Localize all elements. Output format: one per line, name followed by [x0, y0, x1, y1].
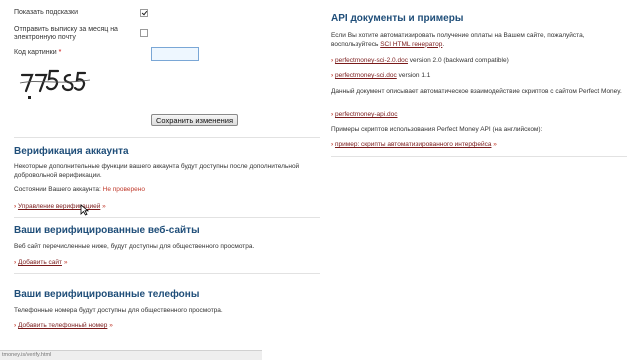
status-bar-url: tmoney.is/verify.html	[0, 350, 262, 360]
doc1-row: › perfectmoney-sci-2.0.doc version 2.0 (…	[331, 57, 509, 64]
examples-link[interactable]: пример: скрипты автоматизированного инте…	[335, 141, 491, 148]
doc-sci-2-version: version 2.0 (backward compatible)	[409, 57, 509, 64]
save-changes-button[interactable]: Сохранить изменения	[151, 114, 239, 126]
bullet-icon: ›	[14, 203, 17, 210]
verification-status-value: Не проверено	[102, 186, 145, 193]
verification-description: Некоторые дополнительные функции вашего …	[14, 163, 300, 179]
show-hints-checkbox[interactable]	[140, 9, 148, 17]
add-site-link-row: › Добавить сайт »	[14, 259, 67, 266]
captcha-input[interactable]	[151, 47, 199, 61]
divider-1	[14, 137, 320, 138]
doc-sci-2-link[interactable]: perfectmoney-sci-2.0.doc	[335, 57, 408, 64]
arrow-icon: »	[109, 322, 113, 329]
websites-description: Веб сайт перечисленные ниже, будут досту…	[14, 243, 255, 250]
bullet-icon: ›	[331, 111, 334, 118]
doc-sci-link[interactable]: perfectmoney-sci.doc	[335, 72, 397, 79]
doc-sci-version: version 1.1	[398, 72, 431, 79]
captcha-label-text: Код картинки	[14, 49, 57, 56]
add-phone-link-row: › Добавить телефонный номер »	[14, 322, 113, 329]
api-divider	[331, 156, 627, 157]
bullet-icon: ›	[14, 322, 17, 329]
phones-description: Телефонные номера будут доступны для общ…	[14, 307, 223, 314]
bullet-icon: ›	[14, 259, 17, 266]
phones-title: Ваши верифицированные телефоны	[14, 289, 200, 300]
verification-status-label: Состоянии Вашего аккаунта:	[14, 186, 101, 193]
api-description: Данный документ описывает автоматическое…	[331, 88, 622, 95]
captcha-required-mark: *	[58, 49, 62, 56]
monthly-statement-checkbox[interactable]	[140, 29, 148, 37]
bullet-icon: ›	[331, 141, 334, 148]
bullet-icon: ›	[331, 57, 334, 64]
show-hints-label: Показать подсказки	[14, 9, 79, 16]
bullet-icon: ›	[331, 72, 334, 79]
sci-generator-link[interactable]: SCI HTML генератор	[380, 41, 442, 48]
divider-2	[14, 217, 320, 218]
doc2-row: › perfectmoney-sci.doc version 1.1	[331, 72, 430, 79]
api-intro-period: .	[442, 40, 445, 48]
examples-row: › пример: скрипты автоматизированного ин…	[331, 141, 497, 148]
arrow-icon: »	[493, 141, 497, 148]
api-title: API документы и примеры	[331, 13, 464, 24]
captcha-image	[19, 69, 91, 99]
add-phone-link[interactable]: Добавить телефонный номер	[18, 322, 107, 329]
doc3-row: › perfectmoney-api.doc	[331, 111, 398, 118]
divider-3	[14, 273, 320, 274]
verification-title: Верификация аккаунта	[14, 146, 129, 157]
arrow-icon: »	[63, 259, 68, 266]
api-intro-text: Если Вы хотите автоматизировать получени…	[331, 32, 585, 48]
verification-status: Состоянии Вашего аккаунта: Не проверено	[14, 186, 314, 195]
add-site-link[interactable]: Добавить сайт	[18, 259, 62, 266]
websites-title: Ваши верифицированные веб-сайты	[14, 225, 200, 236]
manage-verification-link-row: › Управление верификацией »	[14, 203, 106, 210]
captcha-label: Код картинки *	[14, 48, 61, 57]
monthly-statement-label-line2: электронную почту	[14, 34, 76, 41]
api-examples-text: Примеры скриптов использования Perfect M…	[331, 126, 543, 133]
mouse-cursor-icon	[80, 204, 89, 216]
left-column: Показать подсказки Отправить выписку за …	[14, 0, 320, 360]
doc-api-link[interactable]: perfectmoney-api.doc	[335, 111, 398, 118]
api-intro: Если Вы хотите автоматизировать получени…	[331, 32, 627, 49]
arrow-icon: »	[102, 203, 106, 210]
